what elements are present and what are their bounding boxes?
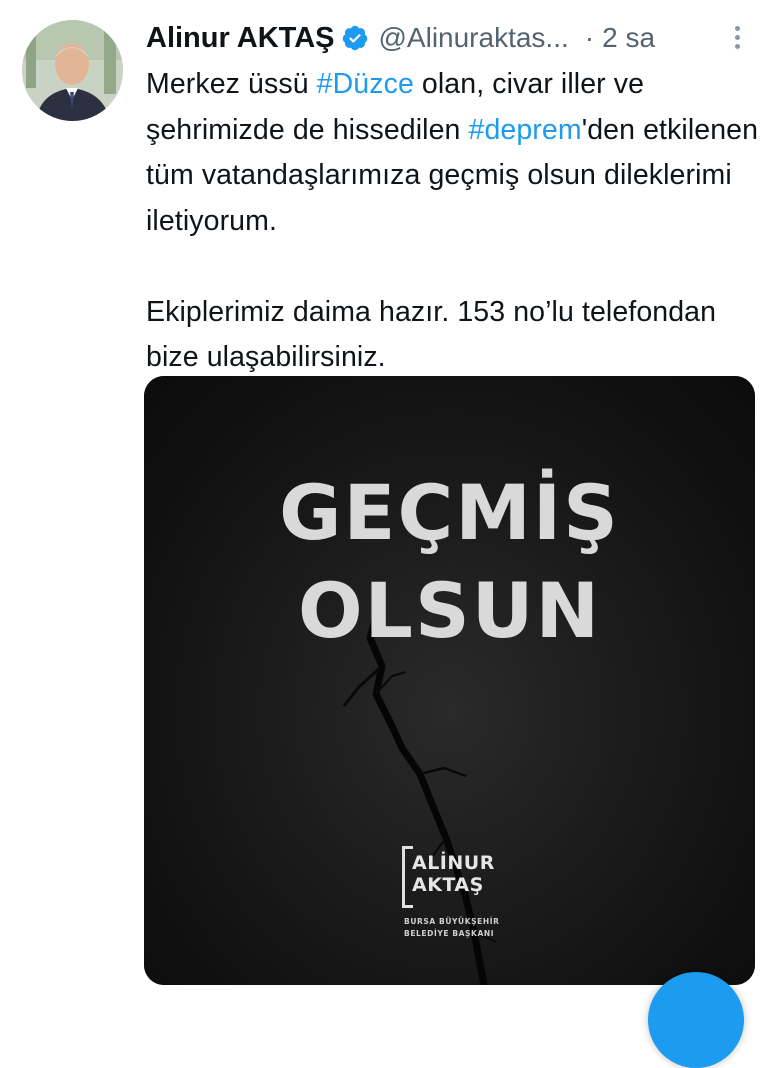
tweet-text: Merkez üssü #Düzce olan, civar iller ve … — [146, 62, 761, 381]
tweet[interactable]: Alinur AKTAŞ @Alinuraktas... · 2 sa Merk… — [0, 0, 777, 1068]
media-headline-line1: GEÇMİŞ — [279, 468, 620, 557]
tweet-media-image[interactable]: GEÇMİŞ OLSUN ALİNUR AKTAŞ BURSA BÜYÜKŞEH… — [144, 376, 755, 985]
logo-subtitle-line2: BELEDİYE BAŞKANI — [404, 929, 495, 938]
avatar-image — [22, 20, 123, 121]
verified-badge-icon — [341, 24, 369, 52]
logo-name: ALİNUR AKTAŞ — [412, 852, 495, 896]
hashtag-deprem-link[interactable]: #deprem — [469, 114, 582, 146]
logo-subtitle-line1: BURSA BÜYÜKŞEHİR — [404, 917, 500, 926]
avatar[interactable] — [22, 20, 123, 121]
separator-dot: · — [584, 22, 595, 53]
author-name[interactable]: Alinur AKTAŞ — [146, 22, 335, 55]
more-options-icon[interactable] — [733, 26, 741, 52]
logo-name-line2: AKTAŞ — [412, 874, 484, 896]
compose-tweet-icon[interactable] — [648, 972, 744, 1068]
hashtag-duzce-link[interactable]: #Düzce — [317, 68, 414, 100]
tweet-paragraph-2: Ekiplerimiz daima hazır. 153 no’lu telef… — [146, 295, 717, 374]
media-logo: ALİNUR AKTAŞ BURSA BÜYÜKŞEHİR BELEDİYE B… — [402, 846, 522, 946]
media-headline-line2: OLSUN — [297, 566, 602, 655]
logo-name-line1: ALİNUR — [412, 852, 495, 874]
text-segment: Merkez üssü — [146, 68, 317, 100]
tweet-header: Alinur AKTAŞ @Alinuraktas... · 2 sa — [146, 18, 746, 58]
author-handle[interactable]: @Alinuraktas... — [379, 22, 569, 54]
logo-subtitle: BURSA BÜYÜKŞEHİR BELEDİYE BAŞKANI — [404, 916, 500, 940]
tweet-paragraph-1: Merkez üssü #Düzce olan, civar iller ve … — [146, 62, 761, 244]
tweet-timestamp[interactable]: 2 sa — [602, 22, 655, 54]
